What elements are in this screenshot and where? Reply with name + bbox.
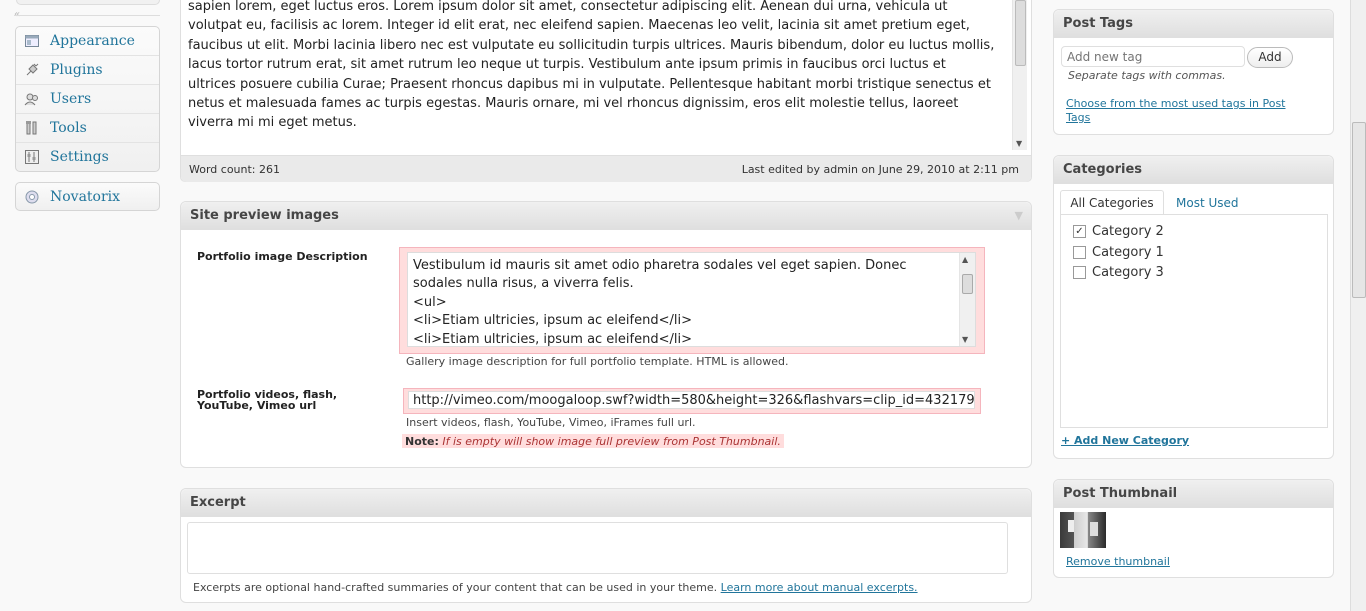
word-count: Word count: 261: [189, 163, 281, 176]
new-tag-input[interactable]: [1061, 46, 1245, 67]
postbox-header[interactable]: Site preview images ▼: [181, 202, 1031, 230]
page-scrollbar[interactable]: [1350, 0, 1366, 611]
category-label: Category 2: [1092, 224, 1164, 239]
portfolio-video-label: Portfolio videos, flash, YouTube, Vimeo …: [197, 388, 338, 412]
tools-icon: [24, 120, 40, 136]
page-scroll-thumb[interactable]: [1352, 122, 1366, 298]
postbox-header[interactable]: Post Tags: [1054, 10, 1333, 38]
menu-item-settings[interactable]: Settings: [16, 143, 159, 171]
video-help: Insert videos, flash, YouTube, Vimeo, iF…: [406, 416, 696, 429]
postbox-title: Categories: [1063, 162, 1143, 177]
excerpt-textarea[interactable]: [187, 522, 1008, 574]
site-preview-images-box: Site preview images ▼ Portfolio image De…: [180, 201, 1032, 468]
editor-status-bar: Word count: 261 Last edited by admin on …: [181, 155, 1031, 182]
editor-scrollbar[interactable]: ▼: [1012, 0, 1027, 150]
link-line: Choose from the most used tags in Post: [1066, 97, 1286, 110]
postbox-header[interactable]: Excerpt: [181, 489, 1031, 517]
choose-most-used-tags-link[interactable]: Choose from the most used tags in Post T…: [1066, 97, 1286, 125]
category-label: Category 1: [1092, 245, 1164, 260]
postbox-title: Excerpt: [190, 495, 246, 510]
post-tags-box: Post Tags Add Separate tags with commas.…: [1053, 9, 1334, 135]
textarea-scroll-thumb[interactable]: [962, 274, 973, 294]
excerpt-learn-more-link[interactable]: Learn more about manual excerpts.: [721, 581, 918, 594]
category-checkbox[interactable]: [1073, 246, 1086, 259]
menu-item-label: Tools: [50, 120, 87, 136]
add-tag-button[interactable]: Add: [1247, 47, 1293, 68]
scroll-down-arrow-icon[interactable]: ▼: [1016, 139, 1022, 148]
tab-most-used[interactable]: Most Used: [1176, 196, 1239, 210]
link-line: Tags: [1066, 111, 1091, 124]
menu-item-appearance[interactable]: Appearance: [16, 27, 159, 56]
category-checkbox[interactable]: ✓: [1073, 225, 1086, 238]
note-prefix: Note:: [405, 435, 439, 448]
category-label: Category 3: [1092, 265, 1164, 280]
textarea-line: <li>Etiam ultricies, ipsum ac eleifend</…: [413, 331, 692, 347]
postbox-title: Post Tags: [1063, 16, 1133, 31]
note-highlight: Note: If is empty will show image full p…: [402, 434, 784, 448]
settings-icon: [24, 149, 40, 165]
excerpt-help-text: Excerpts are optional hand-crafted summa…: [193, 581, 718, 594]
category-checklist: ✓ Category 2 Category 1 Category 3: [1060, 214, 1328, 428]
editor-line: sapien lorem, eget luctus eros. Lorem ip…: [188, 0, 948, 14]
textarea-line: Vestibulum id mauris sit amet odio phare…: [413, 258, 907, 273]
menu-item-label: Novatorix: [50, 188, 121, 205]
description-highlight: Vestibulum id mauris sit amet odio phare…: [399, 247, 985, 354]
postbox-header[interactable]: Post Thumbnail: [1054, 480, 1333, 508]
plugins-icon: [24, 62, 40, 78]
postbox-header[interactable]: Categories: [1054, 156, 1333, 184]
editor-line: faucibus ut elit. Morbi lacinia libero n…: [188, 37, 995, 53]
menu-item-users[interactable]: Users: [16, 85, 159, 114]
editor-line: viverra mi mi eget metus.: [188, 115, 357, 131]
portfolio-video-input[interactable]: http://vimeo.com/moogaloop.swf?width=580…: [408, 391, 975, 409]
postbox-title: Site preview images: [190, 208, 339, 223]
textarea-scrollbar[interactable]: ▲ ▼: [959, 253, 975, 346]
editor-line: lacus tortor rutrum erat, sit amet rutru…: [188, 57, 946, 73]
admin-menu: Appearance Plugins Users Tools Settings: [15, 26, 160, 172]
portfolio-description-label: Portfolio image Description: [197, 250, 368, 263]
note-text: If is empty will show image full preview…: [438, 435, 781, 448]
postbox-title: Post Thumbnail: [1063, 486, 1178, 501]
post-content-editor[interactable]: sapien lorem, eget luctus eros. Lorem ip…: [180, 0, 1032, 182]
menu-item-tools[interactable]: Tools: [16, 114, 159, 143]
editor-scroll-thumb[interactable]: [1015, 0, 1026, 66]
remove-thumbnail-link[interactable]: Remove thumbnail: [1066, 555, 1170, 568]
categories-box: Categories All Categories Most Used ✓ Ca…: [1053, 155, 1334, 459]
editor-text[interactable]: sapien lorem, eget luctus eros. Lorem ip…: [188, 0, 1010, 133]
post-thumbnail-box: Post Thumbnail Remove thumbnail: [1053, 479, 1334, 578]
textarea-line: <ul>: [413, 294, 447, 310]
add-new-category-link[interactable]: + Add New Category: [1061, 434, 1189, 447]
users-icon: [24, 91, 40, 107]
category-item[interactable]: ✓ Category 2: [1073, 224, 1164, 239]
menu-item-label: Users: [50, 91, 92, 107]
scroll-down-arrow-icon[interactable]: ▼: [962, 335, 968, 344]
excerpt-box: Excerpt Excerpts are optional hand-craft…: [180, 488, 1032, 603]
menu-separator: [14, 15, 160, 16]
appearance-icon: [24, 33, 40, 49]
thumbnail-image[interactable]: [1060, 512, 1106, 548]
tags-hint: Separate tags with commas.: [1068, 69, 1226, 82]
menu-item-label: Appearance: [50, 33, 135, 49]
excerpt-help: Excerpts are optional hand-crafted summa…: [193, 581, 918, 594]
category-item[interactable]: Category 3: [1073, 265, 1164, 280]
menu-item-label: Plugins: [50, 62, 103, 78]
portfolio-description-textarea[interactable]: Vestibulum id mauris sit amet odio phare…: [407, 252, 976, 347]
editor-line: volutpat eu, facilisis ac lorem. Integer…: [188, 18, 970, 34]
category-item[interactable]: Category 1: [1073, 245, 1164, 260]
last-edited: Last edited by admin on June 29, 2010 at…: [741, 163, 1019, 176]
menu-item-plugins[interactable]: Plugins: [16, 56, 159, 85]
editor-line: netus et malesuada fames ac turpis egest…: [188, 96, 959, 112]
novatorix-icon: [24, 189, 40, 205]
toggle-arrow-icon[interactable]: ▼: [1015, 202, 1023, 229]
scroll-up-arrow-icon[interactable]: ▲: [962, 255, 968, 264]
textarea-line: sodales nulla risus, a viverra felis.: [413, 276, 634, 292]
textarea-line: <li>Etiam ultricies, ipsum ac eleifend</…: [413, 313, 692, 329]
menu-item-novatorix[interactable]: Novatorix: [15, 182, 160, 211]
video-highlight: http://vimeo.com/moogaloop.swf?width=580…: [403, 388, 981, 414]
menu-item-label: Settings: [50, 149, 109, 165]
category-checkbox[interactable]: [1073, 266, 1086, 279]
menu-top-cap: [16, 0, 160, 5]
editor-line: ultrices posuere cubilia Curae; Praesent…: [188, 76, 991, 92]
tab-all-categories[interactable]: All Categories: [1060, 190, 1164, 215]
description-help: Gallery image description for full portf…: [406, 355, 789, 368]
